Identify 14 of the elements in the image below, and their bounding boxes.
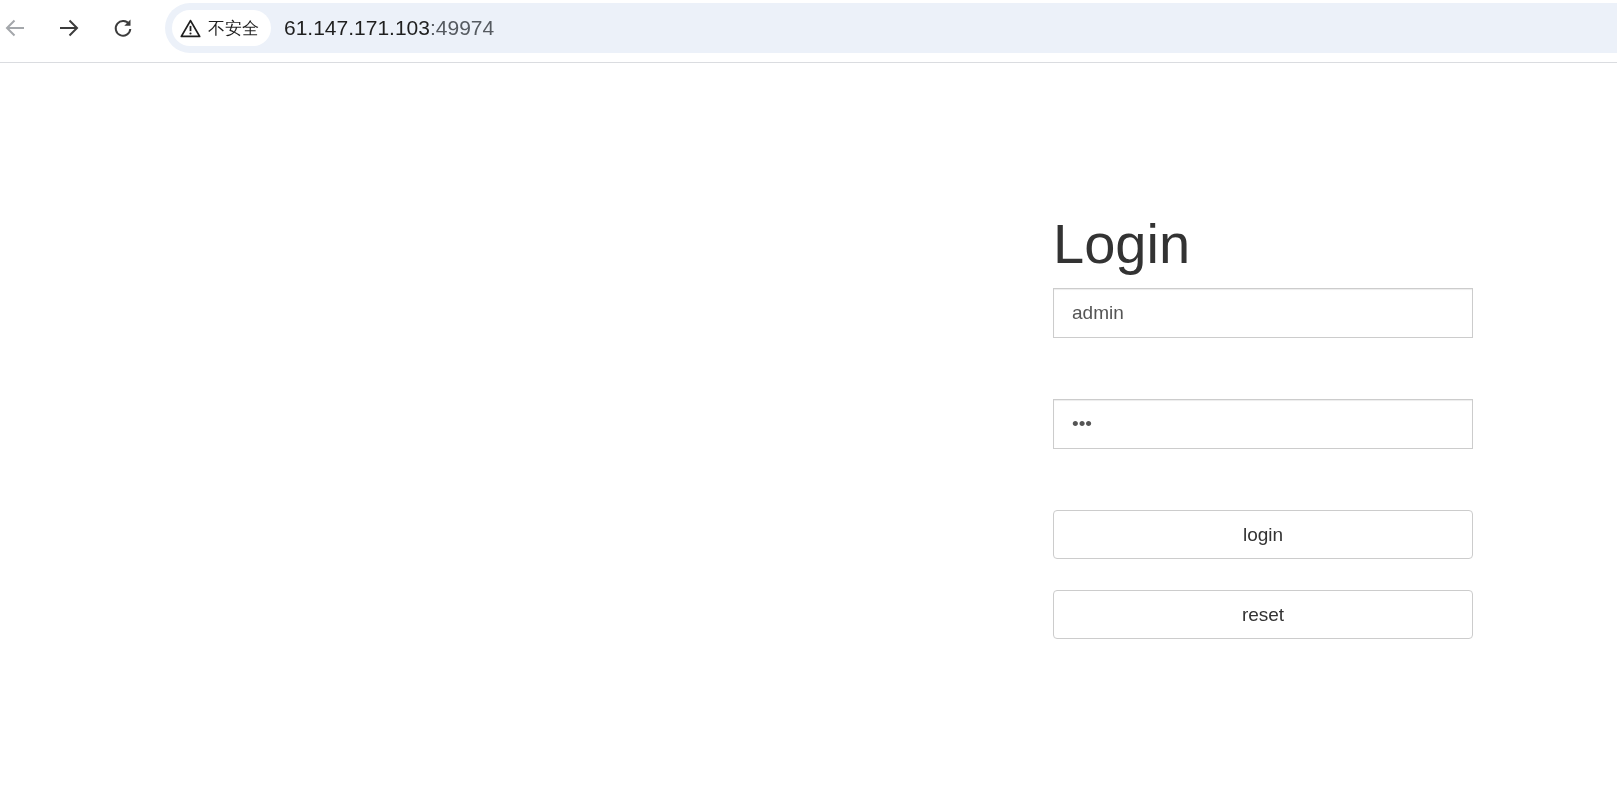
reload-icon [113, 18, 133, 38]
password-field[interactable]: ••• [1053, 399, 1473, 449]
login-title: Login [1053, 213, 1192, 275]
login-button[interactable]: login [1053, 510, 1473, 559]
warning-icon [180, 18, 201, 38]
url-text: 61.147.171.103:49974 [284, 16, 495, 40]
arrow-left-icon [5, 18, 25, 38]
forward-button[interactable] [58, 17, 80, 39]
address-bar[interactable]: 不安全 61.147.171.103:49974 [165, 3, 1617, 53]
security-chip[interactable]: 不安全 [172, 10, 271, 46]
reload-button[interactable] [112, 17, 134, 39]
arrow-right-icon [59, 18, 79, 38]
username-field[interactable]: admin [1053, 288, 1473, 338]
reset-button[interactable]: reset [1053, 590, 1473, 639]
